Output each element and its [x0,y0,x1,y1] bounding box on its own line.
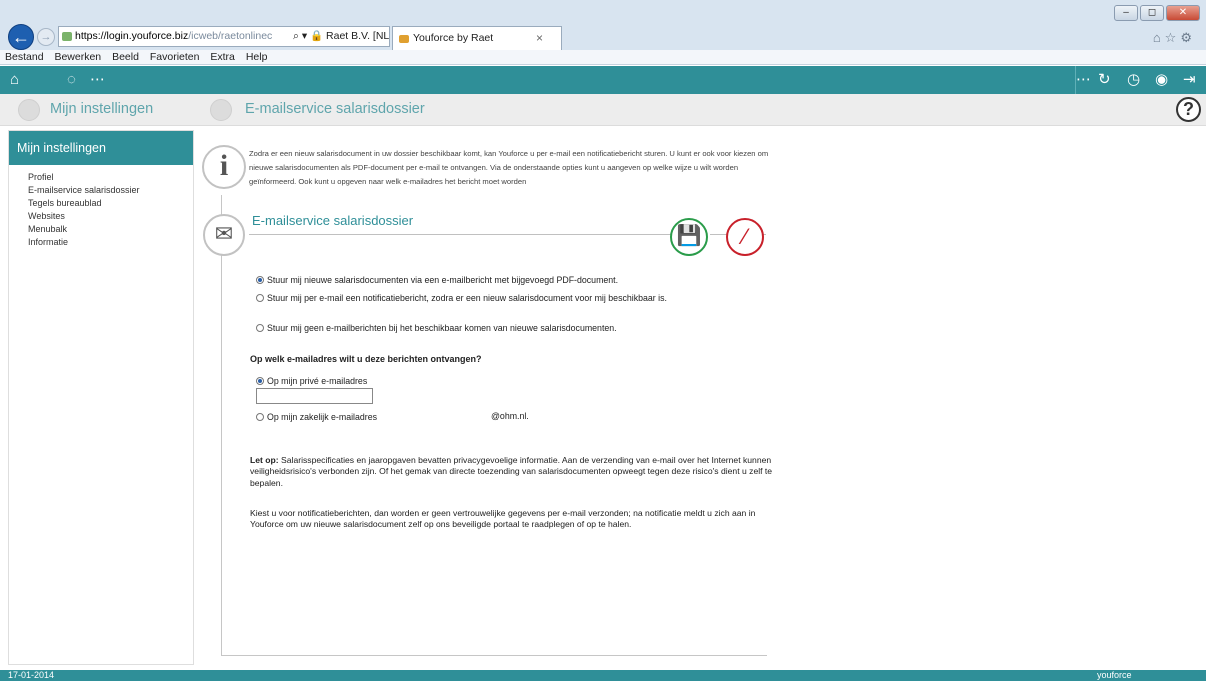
app-toolbar: ⌂ ◌ ⋯ ⋯ ↻ ◷ ◉ ⇥ [0,66,1206,94]
private-email-input[interactable] [256,388,373,404]
cancel-button[interactable]: ⁄ [726,218,764,256]
dropdown-icon[interactable]: ▾ [302,30,307,42]
browser-toolbar-icons[interactable]: ⌂☆⚙ [1153,30,1196,46]
status-footer: 17-01-2014 youforce [0,670,1206,681]
sidebar-item-menubalk[interactable]: Menubalk [28,223,193,236]
history-icon[interactable]: ◷ [1127,70,1140,90]
menu-favorieten[interactable]: Favorieten [150,51,200,63]
logout-icon[interactable]: ⇥ [1183,70,1196,90]
floppy-disk-icon: 💾 [676,225,702,247]
breadcrumb: Mijn instellingen E-mailservice salarisd… [0,94,1206,126]
close-window-button[interactable]: ✕ [1166,5,1200,21]
sidebar: Mijn instellingen Profiel E-mailservice … [8,130,194,665]
settings-gear-icon [18,99,40,121]
address-business-radio[interactable] [256,413,264,421]
option-none-label: Stuur mij geen e-mailberichten bij het b… [267,323,617,333]
maximize-button[interactable]: ◻ [1140,5,1164,21]
user-icon[interactable]: ◉ [1155,70,1168,90]
sidebar-item-emailservice[interactable]: E-mailservice salarisdossier [28,184,193,197]
address-bar-actions: ⌕ ▾ 🔒 Raet B.V. [NL] ▦ ↻ ✕ [289,27,389,46]
menu-beeld[interactable]: Beeld [112,51,139,63]
address-business-label: Op mijn zakelijk e-mailadres [267,412,377,422]
url-host: https://login.youforce.biz [75,30,189,42]
browser-tab[interactable]: Youforce by Raet × [392,26,562,50]
menu-extra[interactable]: Extra [210,51,235,63]
business-email-domain: @ohm.nl. [491,411,529,421]
url-path: /icweb/raetonlinec [188,30,273,42]
envelope-icon: ✉ [203,214,245,256]
notification-note: Kiest u voor notificatieberichten, dan w… [250,508,756,530]
menu-bewerken[interactable]: Bewerken [54,51,101,63]
minimize-button[interactable]: – [1114,5,1138,21]
mail-icon [210,99,232,121]
browser-menubar: Bestand Bewerken Beeld Favorieten Extra … [0,50,1206,65]
option-pdf-label: Stuur mij nieuwe salarisdocumenten via e… [267,275,619,285]
menu-help[interactable]: Help [246,51,268,63]
section-title: E-mailservice salarisdossier [252,213,414,228]
window-controls: – ◻ ✕ [1114,5,1200,21]
option-none-radio[interactable] [256,324,264,332]
page-title: E-mailservice salarisdossier [245,101,425,117]
main-content: i Zodra er een nieuw salarisdocument in … [200,130,1200,670]
refresh-icon[interactable]: ↻ [1098,70,1111,90]
pencil-slash-icon: ⁄ [743,224,747,249]
sidebar-item-profiel[interactable]: Profiel [28,171,193,184]
option-notification-row[interactable]: Stuur mij per e-mail een notificatieberi… [256,292,668,304]
address-business-row[interactable]: Op mijn zakelijk e-mailadres [256,411,377,423]
footer-date: 17-01-2014 [8,670,55,680]
option-notification-label: Stuur mij per e-mail een notificatieberi… [267,293,667,303]
sidebar-list: Profiel E-mailservice salarisdossier Teg… [9,165,193,249]
menu-bestand[interactable]: Bestand [5,51,44,63]
certificate-label[interactable]: Raet B.V. [NL] [326,30,389,42]
note-text-1: Salarisspecificaties en jaaropgaven beva… [250,455,773,488]
address-private-label: Op mijn privé e-mailadres [267,376,368,386]
save-button[interactable]: 💾 [670,218,708,256]
note-prefix: Let op: [250,455,279,465]
help-icon[interactable]: ? [1176,97,1201,122]
back-arrow-icon[interactable]: ← [8,24,34,50]
sidebar-item-websites[interactable]: Websites [28,210,193,223]
more-icon[interactable]: ⋯ [1076,70,1091,90]
breadcrumb-section[interactable]: Mijn instellingen [50,101,153,117]
option-none-row[interactable]: Stuur mij geen e-mailberichten bij het b… [256,322,617,334]
site-favicon-icon [62,32,72,41]
option-pdf-radio[interactable] [256,276,264,284]
search-icon[interactable]: ⌕ [293,30,299,42]
info-icon: i [202,145,246,189]
tab-title: Youforce by Raet [413,32,494,44]
sidebar-item-informatie[interactable]: Informatie [28,236,193,249]
address-question: Op welk e-mailadres wilt u deze berichte… [250,354,482,364]
sidebar-item-tegels[interactable]: Tegels bureaublad [28,197,193,210]
address-private-radio[interactable] [256,377,264,385]
tab-close-icon[interactable]: × [536,27,543,49]
forward-arrow-icon[interactable]: → [37,28,55,46]
privacy-note: Let op: Salarisspecificaties en jaaropga… [250,455,775,489]
address-bar[interactable]: https://login.youforce.biz/icweb/raetonl… [58,26,390,47]
home-icon[interactable]: ⌂ [10,70,19,90]
browser-titlebar: – ◻ ✕ ← → https://login.youforce.biz/icw… [0,0,1206,50]
spinner-icon[interactable]: ◌ [67,70,76,90]
lock-icon[interactable]: 🔒 [310,30,323,42]
footer-logo: youforce [1097,670,1132,680]
option-pdf-row[interactable]: Stuur mij nieuwe salarisdocumenten via e… [256,274,618,286]
more-icon[interactable]: ⋯ [90,70,105,90]
timeline-divider [221,195,222,655]
option-notification-radio[interactable] [256,294,264,302]
tab-favicon-icon [399,35,409,43]
address-private-row[interactable]: Op mijn privé e-mailadres [256,375,367,387]
info-text: Zodra er een nieuw salarisdocument in uw… [249,149,769,186]
section-divider [249,234,671,235]
bottom-divider [221,655,767,656]
sidebar-header: Mijn instellingen [9,131,193,165]
